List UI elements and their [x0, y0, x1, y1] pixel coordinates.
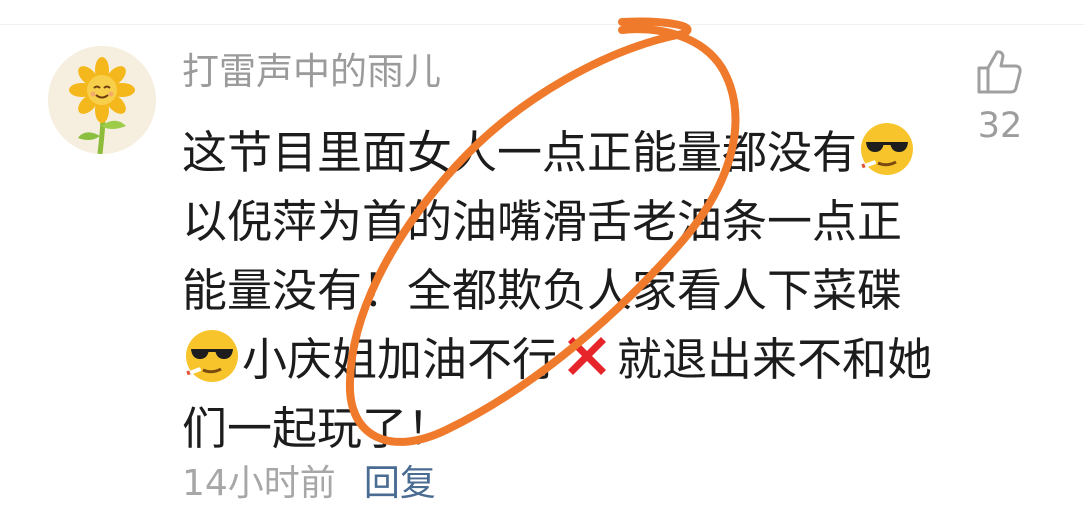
top-divider — [0, 24, 1084, 25]
comment-text-part2: 以倪萍为首的油嘴滑舌老油条一点正能量没有！全都欺负人家看人下菜碟 — [182, 195, 903, 317]
comment-screen: 打雷声中的雨儿 这节目里面女人一点正能量都没有以倪萍为首的油嘴滑舌老油条一点正能… — [0, 0, 1084, 510]
red-cross-emoji-icon — [558, 327, 616, 385]
username[interactable]: 打雷声中的雨儿 — [182, 48, 441, 96]
reply-button[interactable]: 回复 — [364, 463, 436, 504]
user-avatar[interactable] — [48, 46, 156, 154]
comment-text: 这节目里面女人一点正能量都没有以倪萍为首的油嘴滑舌老油条一点正能量没有！全都欺负… — [182, 118, 942, 463]
cool-sunglasses-emoji-icon — [858, 120, 916, 178]
comment-text-part1: 这节目里面女人一点正能量都没有 — [182, 126, 858, 179]
like-count: 32 — [977, 106, 1023, 146]
comment-time: 14小时前 — [182, 463, 336, 504]
cool-sunglasses-emoji-icon — [183, 327, 241, 385]
sunflower-icon — [48, 46, 156, 154]
comment-text-part3: 小庆姐加油不行 — [242, 333, 558, 386]
comment-meta: 14小时前 回复 — [182, 460, 436, 508]
like-button[interactable]: 32 — [970, 48, 1030, 146]
thumbs-up-icon — [977, 50, 1022, 94]
